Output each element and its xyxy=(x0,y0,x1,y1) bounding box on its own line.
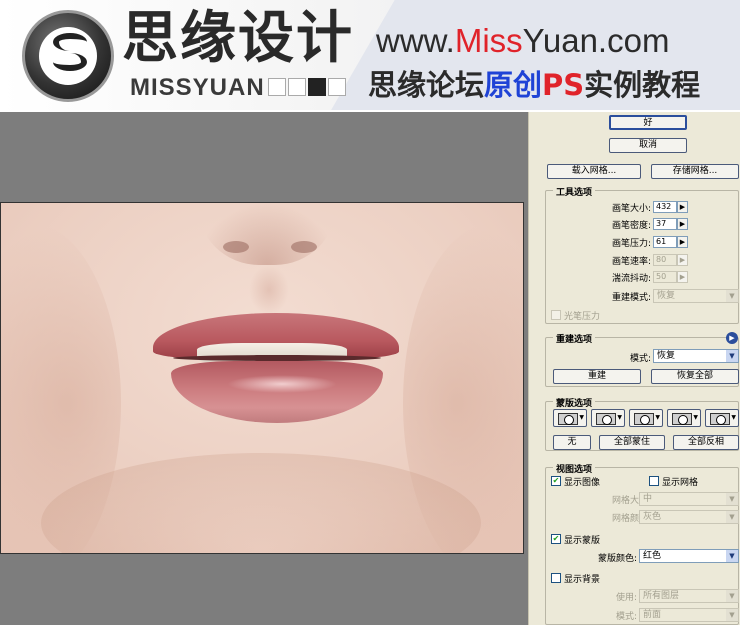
brush-rate-arrow-icon: ▶ xyxy=(677,254,688,266)
brush-rate-input: 80 xyxy=(653,254,677,266)
liquify-options-panel: 好 取消 载入网格... 存储网格... 工具选项 画笔大小: 432 ▶ 画笔… xyxy=(528,112,740,625)
reconstruct-mode-select: 恢复 ▼ xyxy=(653,289,739,303)
chevron-down-icon: ▼ xyxy=(726,511,738,523)
brush-rate-label: 画笔速率: xyxy=(611,257,651,267)
turbulent-jitter-arrow-icon: ▶ xyxy=(677,271,688,283)
mask-subtract-icon[interactable]: ▼ xyxy=(629,409,663,427)
mask-color-label: 蒙版颜色: xyxy=(597,554,637,564)
load-mesh-button[interactable]: 载入网格... xyxy=(547,164,641,179)
chevron-down-icon: ▼ xyxy=(726,590,738,602)
reconstruct-button[interactable]: 重建 xyxy=(553,369,641,384)
logo-english-text: MISSYUAN xyxy=(130,74,265,101)
mask-add-icon[interactable]: ▼ xyxy=(591,409,625,427)
reconstruct-mode-label: 重建模式: xyxy=(611,293,651,303)
backdrop-use-label: 使用: xyxy=(615,593,637,603)
cancel-button[interactable]: 取消 xyxy=(609,138,687,153)
site-url: www.MissYuan.com xyxy=(376,22,670,59)
mesh-color-select: 灰色 ▼ xyxy=(639,510,739,524)
logo-squares xyxy=(268,78,346,96)
backdrop-mode-select: 前面 ▼ xyxy=(639,608,739,622)
show-image-label: 显示图像 xyxy=(564,478,601,488)
lips-photo[interactable] xyxy=(0,202,524,554)
mask-color-select[interactable]: 红色 ▼ xyxy=(639,549,739,563)
show-backdrop-checkbox[interactable] xyxy=(551,573,561,583)
mask-all-button[interactable]: 全部蒙住 xyxy=(599,435,665,450)
reconstruct-mode-select-2[interactable]: 恢复 ▼ xyxy=(653,349,739,363)
reconstruct-options-title: 重建选项 xyxy=(553,332,596,345)
brush-density-input[interactable]: 37 xyxy=(653,218,677,230)
show-mask-checkbox[interactable]: ✔ xyxy=(551,534,561,544)
show-mesh-label: 显示网格 xyxy=(662,478,699,488)
brush-pressure-arrow-icon[interactable]: ▶ xyxy=(677,236,688,248)
view-options-title: 视图选项 xyxy=(553,462,596,475)
brush-pressure-input[interactable]: 61 xyxy=(653,236,677,248)
brush-density-arrow-icon[interactable]: ▶ xyxy=(677,218,688,230)
reconstruct-options-arrow-icon[interactable]: ▶ xyxy=(726,332,738,344)
brush-size-label: 画笔大小: xyxy=(611,204,651,214)
backdrop-mode-label: 模式: xyxy=(615,612,637,622)
chevron-down-icon: ▼ xyxy=(726,550,738,562)
ok-button[interactable]: 好 xyxy=(609,115,687,130)
stylus-pressure-checkbox xyxy=(551,310,561,320)
reconstruct-mode-label-2: 模式: xyxy=(629,354,651,364)
show-mask-label: 显示蒙版 xyxy=(564,536,601,546)
chevron-down-icon: ▼ xyxy=(726,350,738,362)
site-banner: 思缘设计 MISSYUAN www.MissYuan.com 思缘论坛原创PS实… xyxy=(0,0,740,110)
turbulent-jitter-label: 湍流抖动: xyxy=(611,274,651,284)
chevron-down-icon: ▼ xyxy=(726,609,738,621)
brush-size-arrow-icon[interactable]: ▶ xyxy=(677,201,688,213)
show-mesh-checkbox[interactable] xyxy=(649,476,659,486)
brush-density-label: 画笔密度: xyxy=(611,221,651,231)
brush-pressure-label: 画笔压力: xyxy=(611,239,651,249)
mask-none-button[interactable]: 无 xyxy=(553,435,591,450)
mesh-size-select: 中 ▼ xyxy=(639,492,739,506)
liquify-canvas[interactable] xyxy=(0,112,528,625)
missyuan-logo-icon xyxy=(22,10,114,102)
stylus-pressure-label: 光笔压力 xyxy=(564,312,601,322)
brush-size-input[interactable]: 432 xyxy=(653,201,677,213)
tool-options-title: 工具选项 xyxy=(553,185,596,198)
mask-replace-icon[interactable]: ▼ xyxy=(553,409,587,427)
show-image-checkbox[interactable]: ✔ xyxy=(551,476,561,486)
mask-mode-buttons: ▼ ▼ ▼ ▼ ▼ xyxy=(553,409,739,427)
mask-options-title: 蒙版选项 xyxy=(553,396,596,409)
mask-intersect-icon[interactable]: ▼ xyxy=(667,409,701,427)
site-tagline: 思缘论坛原创PS实例教程 xyxy=(368,68,701,102)
turbulent-jitter-input: 50 xyxy=(653,271,677,283)
invert-all-button[interactable]: 全部反相 xyxy=(673,435,739,450)
save-mesh-button[interactable]: 存储网格... xyxy=(651,164,739,179)
chevron-down-icon: ▼ xyxy=(726,493,738,505)
backdrop-use-select: 所有图层 ▼ xyxy=(639,589,739,603)
mask-invert-icon[interactable]: ▼ xyxy=(705,409,739,427)
restore-all-button[interactable]: 恢复全部 xyxy=(651,369,739,384)
chevron-down-icon: ▼ xyxy=(726,290,738,302)
logo-chinese-text: 思缘设计 xyxy=(122,5,354,71)
show-backdrop-label: 显示背景 xyxy=(564,575,601,585)
